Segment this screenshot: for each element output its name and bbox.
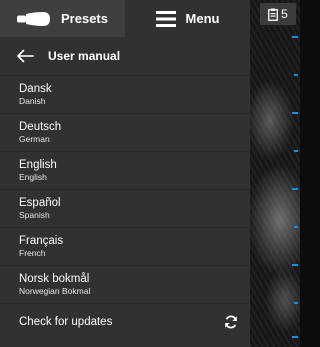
- depth-tick: [292, 188, 298, 190]
- back-arrow-icon[interactable]: [16, 49, 34, 63]
- depth-tick: [294, 226, 298, 228]
- depth-tick: [292, 336, 298, 338]
- ultrasound-image: [250, 0, 300, 347]
- check-updates-label: Check for updates: [19, 315, 113, 328]
- language-item-spanish[interactable]: Español Spanish: [0, 190, 250, 228]
- tab-menu[interactable]: Menu: [125, 0, 250, 37]
- depth-tick: [294, 74, 298, 76]
- language-item-english[interactable]: English English: [0, 152, 250, 190]
- language-english-name: Norwegian Bokmal: [19, 286, 91, 296]
- language-name: English: [19, 159, 57, 171]
- clipboard-icon: [268, 8, 279, 21]
- clipboard-count: 5: [281, 7, 288, 21]
- tab-presets-label: Presets: [61, 11, 108, 26]
- language-item-french[interactable]: Français French: [0, 228, 250, 266]
- clipboard-badge[interactable]: 5: [260, 3, 296, 25]
- language-english-name: French: [19, 248, 46, 258]
- page-title: User manual: [48, 49, 121, 63]
- user-manual-header: User manual: [0, 37, 250, 76]
- language-item-norwegian[interactable]: Norsk bokmål Norwegian Bokmal: [0, 266, 250, 304]
- language-english-name: Spanish: [19, 210, 50, 220]
- language-english-name: German: [19, 134, 50, 144]
- panel-tabs: Presets Menu: [0, 0, 250, 37]
- check-updates-button[interactable]: Check for updates: [0, 305, 250, 338]
- depth-tick: [294, 150, 298, 152]
- language-name: Deutsch: [19, 121, 62, 133]
- language-name: Dansk: [19, 83, 52, 95]
- language-name: Français: [19, 235, 64, 247]
- language-list: Dansk Danish Deutsch German English Engl…: [0, 76, 250, 304]
- language-english-name: Danish: [19, 96, 46, 106]
- refresh-icon: [225, 315, 237, 328]
- language-english-name: English: [19, 172, 47, 182]
- depth-tick: [294, 302, 298, 304]
- depth-tick: [292, 112, 298, 114]
- depth-tick: [292, 264, 298, 266]
- tab-menu-label: Menu: [185, 11, 220, 26]
- language-name: Español: [19, 197, 61, 209]
- depth-tick: [292, 36, 298, 38]
- language-name: Norsk bokmål: [19, 273, 90, 285]
- language-item-german[interactable]: Deutsch German: [0, 114, 250, 152]
- probe-icon: [17, 11, 50, 26]
- hamburger-icon: [155, 10, 176, 27]
- side-panel: Presets Menu User manual Dansk Danish De…: [0, 0, 250, 347]
- depth-scale: [292, 36, 298, 347]
- language-item-danish[interactable]: Dansk Danish: [0, 76, 250, 114]
- tab-presets[interactable]: Presets: [0, 0, 125, 37]
